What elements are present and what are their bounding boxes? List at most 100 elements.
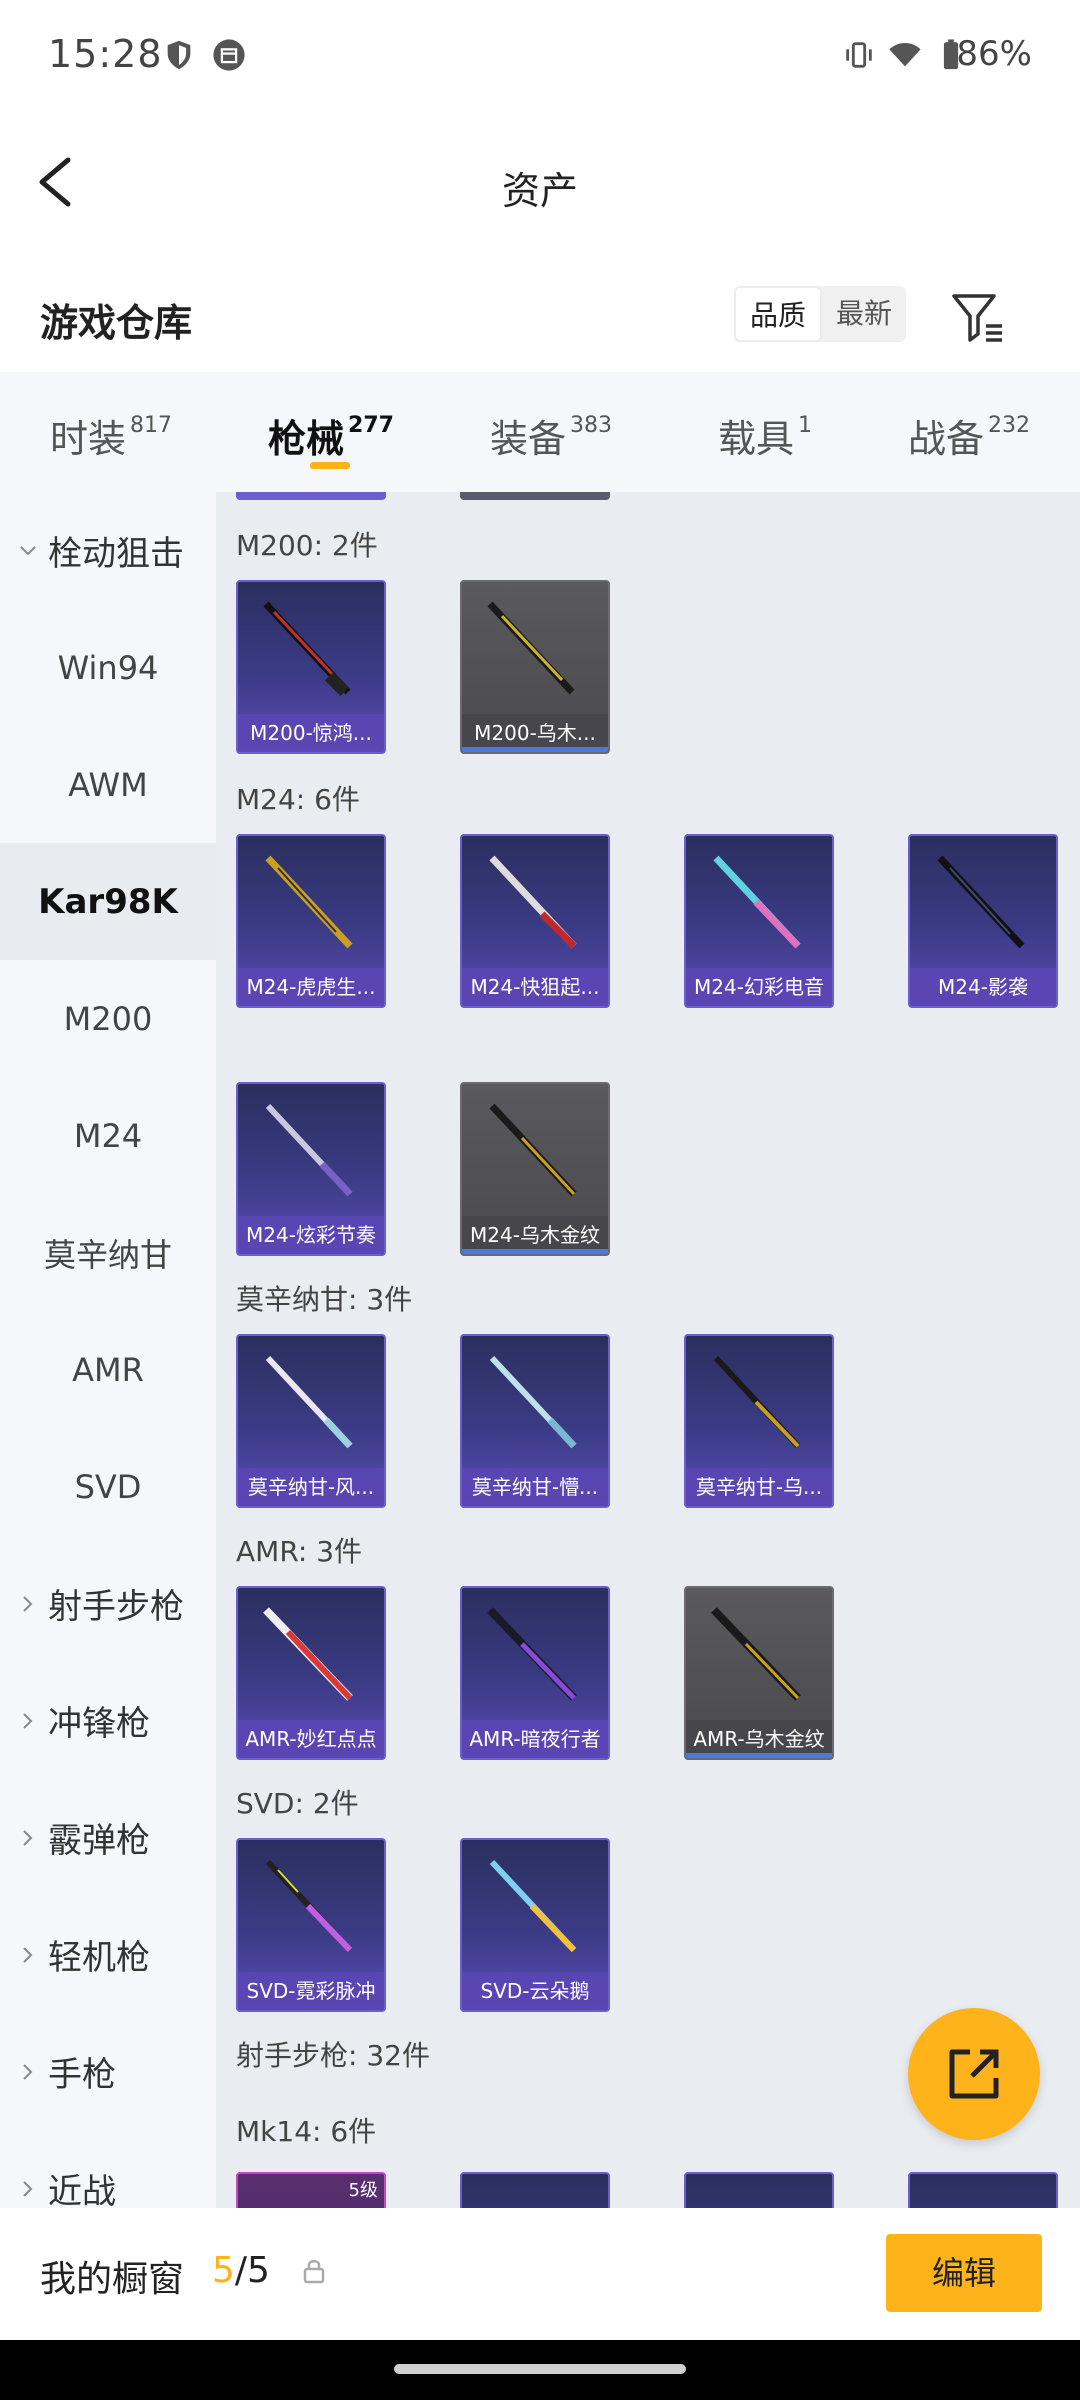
weapon-name: AMR-乌木金纹 — [693, 1727, 825, 1751]
weapon-tile[interactable] — [684, 2172, 834, 2208]
filter-icon[interactable] — [948, 288, 1008, 348]
rifle-icon — [937, 855, 1025, 949]
section-title: 游戏仓库 — [40, 301, 193, 345]
weapon-tile[interactable]: AMR-暗夜行者 — [460, 1586, 610, 1760]
tab-vehicles[interactable]: 载具 1 — [718, 408, 812, 463]
rifle-icon — [487, 601, 575, 695]
weapon-tile[interactable]: M24-快狙起... — [460, 834, 610, 1008]
tab-equipment[interactable]: 装备 383 — [490, 408, 612, 463]
showcase-total: 5 — [247, 2250, 270, 2291]
sidebar-group-label: 近战 — [48, 2172, 116, 2208]
weapon-tile[interactable]: 莫辛纳甘-乌... — [684, 1334, 834, 1508]
sidebar-item-svd[interactable]: SVD — [0, 1428, 216, 1545]
weapon-name: M24-炫彩节奏 — [246, 1223, 376, 1247]
weapon-tile[interactable]: M24-幻彩电音 — [684, 834, 834, 1008]
tab-fashion[interactable]: 时装 817 — [50, 408, 172, 463]
rifle-icon — [489, 1355, 577, 1449]
home-handle[interactable] — [394, 2364, 686, 2374]
level-badge: 5级 — [348, 2180, 378, 2201]
group-label-dmr: 射手步枪: 32件 — [236, 2039, 430, 2072]
share-icon — [949, 2049, 999, 2099]
tab-label: 战备 — [908, 417, 985, 461]
wifi-icon — [889, 42, 921, 67]
weapon-sidebar: 栓动狙击 Win94 AWM Kar98K M200 M24 莫辛纳甘 AMR … — [0, 492, 216, 2208]
tab-supplies[interactable]: 战备 232 — [908, 408, 1030, 463]
sidebar-group-melee[interactable]: 近战 — [0, 2130, 216, 2208]
sidebar-item-win94[interactable]: Win94 — [0, 609, 216, 726]
rifle-icon — [713, 855, 801, 949]
weapon-tile[interactable]: AMR-乌木金纹 — [684, 1586, 834, 1760]
weapon-tile[interactable]: M200-乌木... — [460, 580, 610, 754]
group-label-svd: SVD: 2件 — [236, 1787, 359, 1820]
sidebar-group-label: 射手步枪 — [48, 1587, 184, 1627]
sidebar-item-awm[interactable]: AWM — [0, 726, 216, 843]
rifle-icon — [263, 1607, 353, 1701]
group-label-amr: AMR: 3件 — [236, 1535, 363, 1568]
weapon-tile[interactable] — [908, 2172, 1058, 2208]
active-tab-indicator — [310, 462, 350, 469]
weapon-name: M24-幻彩电音 — [694, 975, 824, 999]
sidebar-group-lmg[interactable]: 轻机枪 — [0, 1896, 216, 2013]
weapon-tile[interactable]: M200-惊鸿... — [236, 580, 386, 754]
tab-count: 232 — [988, 413, 1031, 439]
shield-icon — [167, 40, 191, 70]
weapon-tile[interactable]: SVD-云朵鹅 — [460, 1838, 610, 2012]
weapon-name: M24-乌木金纹 — [470, 1223, 600, 1247]
sidebar-group-bolt-action[interactable]: 栓动狙击 — [0, 492, 216, 609]
tile-edge — [236, 492, 386, 500]
rifle-icon — [265, 1103, 353, 1197]
system-nav-bar — [0, 2340, 1080, 2400]
sidebar-group-smg[interactable]: 冲锋枪 — [0, 1662, 216, 1779]
sort-toggle: 品质 最新 — [734, 286, 906, 342]
sidebar-item-amr[interactable]: AMR — [0, 1311, 216, 1428]
weapon-name: M24-快狙起... — [470, 975, 600, 999]
edit-button[interactable]: 编辑 — [886, 2234, 1042, 2312]
weapon-name: M200-惊鸿... — [250, 721, 372, 745]
weapon-tile[interactable]: AMR-妙红点点 — [236, 1586, 386, 1760]
rifle-icon — [263, 601, 351, 697]
tab-label: 装备 — [490, 417, 567, 461]
weapon-name: M24-虎虎生... — [246, 975, 376, 999]
group-label-mosin: 莫辛纳甘: 3件 — [236, 1283, 413, 1316]
weapon-tile[interactable]: 5级 — [236, 2172, 386, 2208]
sort-quality[interactable]: 品质 — [734, 286, 822, 342]
sidebar-group-label: 霰弹枪 — [48, 1821, 150, 1861]
weapon-tile[interactable]: M24-影袭 — [908, 834, 1058, 1008]
tab-count: 817 — [130, 413, 173, 439]
showcase-bar: 我的橱窗 5/5 编辑 — [0, 2208, 1080, 2340]
sidebar-item-kar98k[interactable]: Kar98K — [0, 843, 216, 960]
sidebar-item-m200[interactable]: M200 — [0, 960, 216, 1077]
tab-guns[interactable]: 枪械 277 — [268, 408, 394, 463]
weapon-tile[interactable]: SVD-霓彩脉冲 — [236, 1838, 386, 2012]
tab-count: 1 — [798, 413, 813, 439]
chevron-right-icon — [23, 2180, 33, 2197]
sidebar-item-m24[interactable]: M24 — [0, 1077, 216, 1194]
sidebar-group-shotgun[interactable]: 霰弹枪 — [0, 1779, 216, 1896]
weapon-name: AMR-妙红点点 — [245, 1727, 377, 1751]
weapon-tile[interactable]: M24-乌木金纹 — [460, 1082, 610, 1256]
vibrate-icon — [846, 42, 872, 68]
weapon-tile[interactable]: 莫辛纳甘-风... — [236, 1334, 386, 1508]
weapon-tile[interactable] — [460, 2172, 610, 2208]
sort-latest[interactable]: 最新 — [822, 286, 906, 342]
sidebar-group-label: 栓动狙击 — [48, 534, 184, 574]
weapon-name: 莫辛纳甘-乌... — [695, 1475, 823, 1499]
share-button[interactable] — [908, 2008, 1040, 2140]
rifle-icon — [711, 1607, 801, 1701]
sidebar-group-pistol[interactable]: 手枪 — [0, 2013, 216, 2130]
tab-label: 枪械 — [268, 417, 345, 461]
weapon-name: 莫辛纳甘-懵... — [471, 1475, 599, 1499]
page-title: 资产 — [501, 169, 578, 213]
chevron-right-icon — [23, 1595, 33, 1612]
group-label-mk14: Mk14: 6件 — [236, 2115, 377, 2148]
sidebar-item-mosin[interactable]: 莫辛纳甘 — [0, 1194, 216, 1311]
tab-count: 277 — [348, 413, 394, 439]
battery-percent: 86% — [956, 34, 1032, 74]
chevron-right-icon — [23, 1946, 33, 1963]
rifle-icon — [487, 1607, 577, 1701]
group-label-m24: M24: 6件 — [236, 783, 360, 816]
weapon-tile[interactable]: M24-虎虎生... — [236, 834, 386, 1008]
sidebar-group-dmr[interactable]: 射手步枪 — [0, 1545, 216, 1662]
weapon-tile[interactable]: 莫辛纳甘-懵... — [460, 1334, 610, 1508]
weapon-tile[interactable]: M24-炫彩节奏 — [236, 1082, 386, 1256]
